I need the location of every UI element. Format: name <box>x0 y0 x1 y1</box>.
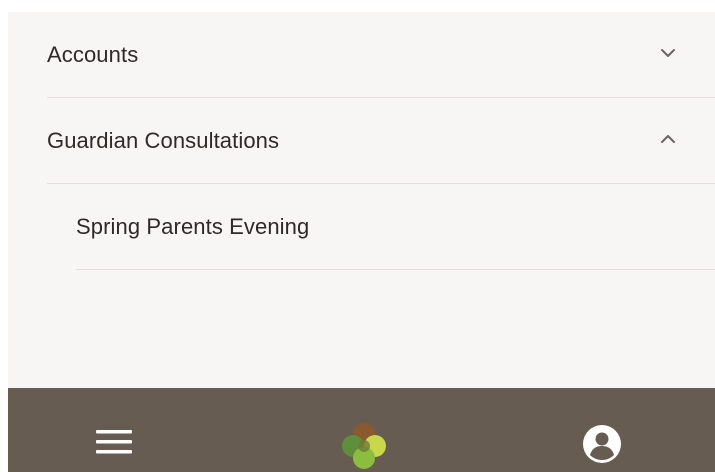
app-frame: Accounts Guardian Consultations Spring P… <box>8 12 715 472</box>
navigation-menu: Accounts Guardian Consultations Spring P… <box>8 12 715 270</box>
menu-item-label: Guardian Consultations <box>47 128 280 153</box>
clover-logo-icon <box>342 423 386 469</box>
bottom-navigation-bar <box>8 388 715 472</box>
chevron-up-icon <box>661 135 675 143</box>
menu-item-guardian-consultations[interactable]: Guardian Consultations <box>8 98 715 184</box>
user-profile-icon[interactable] <box>582 424 622 464</box>
menu-item-label: Accounts <box>47 42 139 67</box>
menu-item-accounts[interactable]: Accounts <box>8 12 715 98</box>
submenu-item-spring-parents-evening[interactable]: Spring Parents Evening <box>8 184 715 270</box>
divider <box>76 269 715 270</box>
submenu-item-label: Spring Parents Evening <box>76 214 310 239</box>
hamburger-menu-icon[interactable] <box>96 430 132 454</box>
chevron-down-icon <box>661 49 675 57</box>
